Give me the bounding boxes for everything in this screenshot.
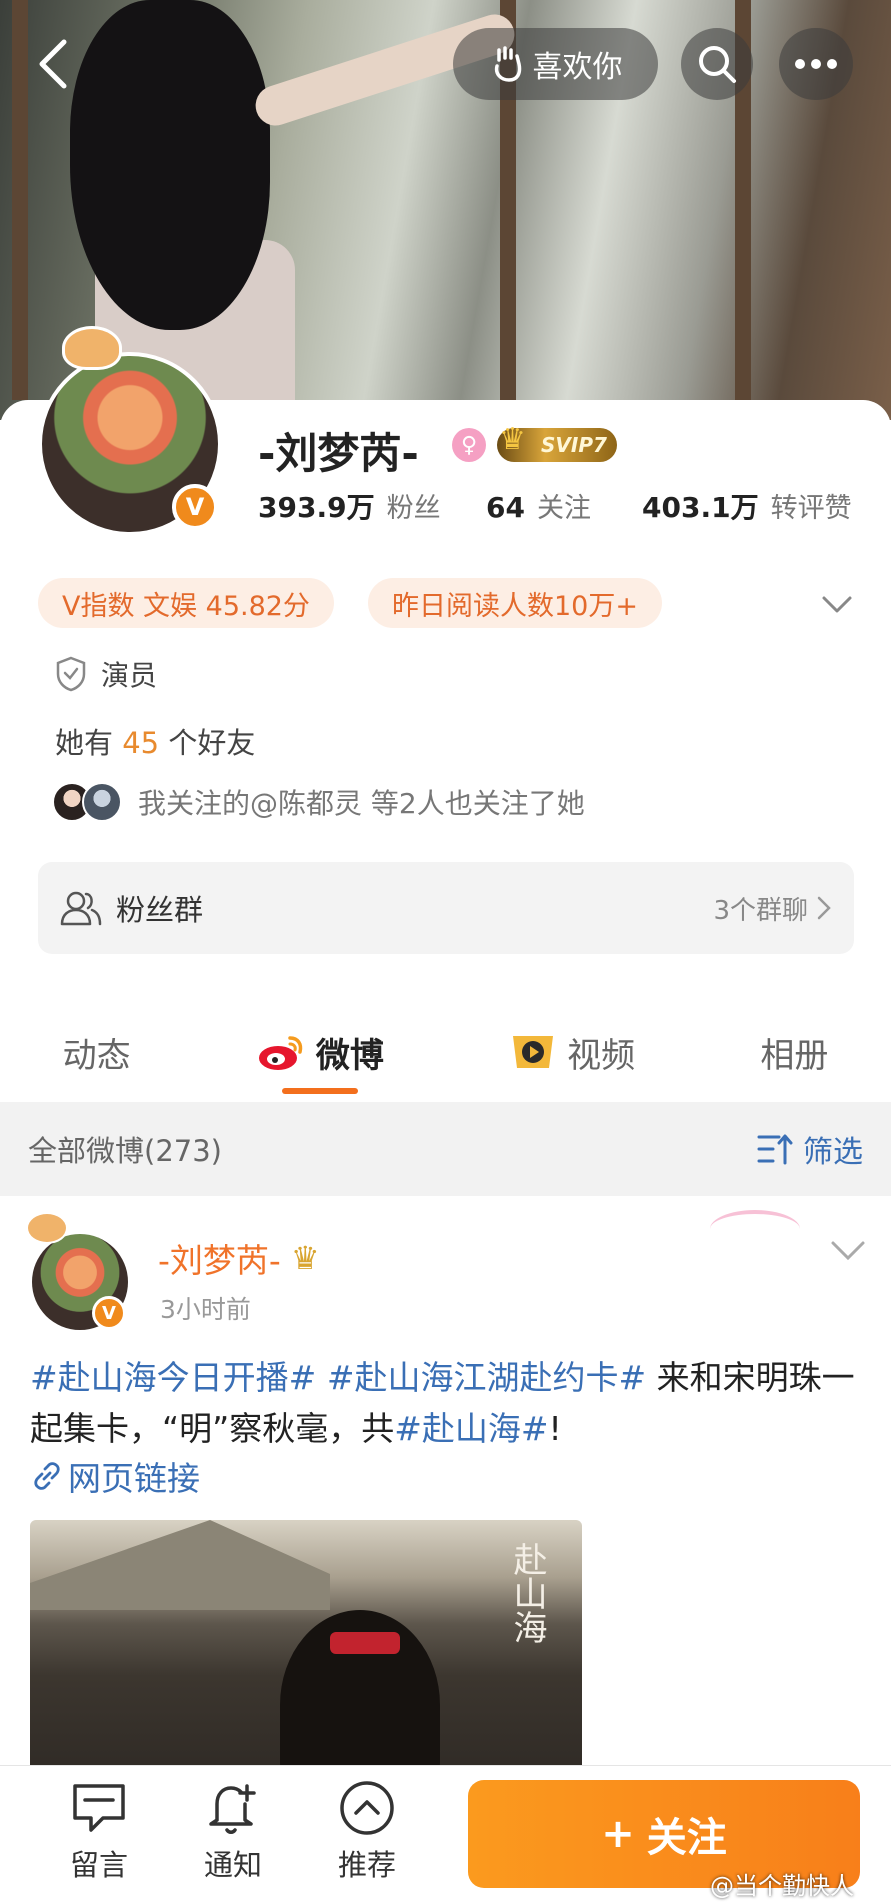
image-calligraphy-title: 赴山海: [507, 1542, 547, 1644]
stat-interactions[interactable]: 403.1万 转评赞: [642, 486, 852, 526]
tab-album[interactable]: 相册: [760, 1010, 828, 1094]
notify-button[interactable]: 通知: [178, 1780, 288, 1884]
verified-badge-icon: V: [172, 484, 218, 530]
web-link-label: 网页链接: [68, 1459, 200, 1498]
tab-weibo-label: 微博: [315, 1035, 384, 1076]
post-author-name[interactable]: -刘梦芮- ♛: [158, 1234, 320, 1282]
expand-chevron-down-icon[interactable]: [820, 588, 854, 622]
stat-followers-label: 粉丝: [386, 493, 441, 524]
back-button[interactable]: [18, 28, 90, 100]
shiba-avatar-decoration-icon: [62, 326, 122, 370]
video-play-icon: [513, 1036, 554, 1068]
active-tab-indicator: [281, 1088, 358, 1094]
weibo-logo-icon: [258, 1036, 303, 1070]
message-label: 留言: [69, 1848, 128, 1882]
bell-add-icon: [209, 1784, 256, 1834]
profile-tabs: 动态 微博 视频 相册: [0, 1010, 891, 1094]
recommend-label: 推荐: [337, 1848, 396, 1882]
post-hashtag-2[interactable]: #赴山海江湖赴约卡#: [327, 1358, 646, 1397]
svip-level: SVIP7: [541, 433, 607, 457]
friends-count: 45: [122, 726, 160, 760]
mutual-avatar-2: [82, 782, 122, 822]
stat-interactions-label: 转评赞: [770, 493, 852, 524]
chevron-right-icon: [817, 896, 831, 920]
post-verified-badge-icon: V: [92, 1296, 126, 1330]
friends-suffix: 个好友: [168, 726, 256, 760]
svip-badge[interactable]: ♛ SVIP7: [497, 422, 617, 462]
female-gender-icon: ♀: [452, 428, 486, 462]
friends-count-row[interactable]: 她有 45 个好友: [55, 720, 255, 762]
hand-gesture-icon: [494, 46, 521, 82]
post-hashtag-3[interactable]: #赴山海#: [394, 1409, 548, 1448]
recommend-button[interactable]: 推荐: [312, 1780, 422, 1884]
message-button[interactable]: 留言: [44, 1780, 154, 1884]
role-label: 演员: [101, 659, 158, 692]
friends-prefix: 她有: [55, 726, 114, 760]
post-author-name-text: -刘梦芮-: [158, 1241, 281, 1280]
role-row: 演员: [55, 654, 157, 694]
shiba-avatar-decoration-icon: [26, 1212, 68, 1244]
back-arrow-icon: [39, 39, 67, 89]
mutual-avatars: [52, 782, 122, 822]
mutual-follow-text: 我关注的@陈都灵 等2人也关注了她: [138, 787, 585, 820]
stat-following-count: 64: [486, 491, 525, 524]
post-timestamp: 3小时前: [160, 1295, 251, 1324]
post-hashtag-1[interactable]: #赴山海今日开播#: [30, 1358, 316, 1397]
profile-name: -刘梦芮-: [258, 429, 419, 478]
filter-label: 筛选: [803, 1135, 863, 1170]
fan-group-row[interactable]: 粉丝群 3个群聊: [38, 862, 854, 954]
web-link[interactable]: 网页链接: [32, 1452, 200, 1500]
all-posts-count: 全部微博(273): [28, 1134, 222, 1168]
more-dots-icon: [795, 59, 837, 69]
filter-button[interactable]: 筛选: [757, 1127, 863, 1171]
chevron-up-circle-icon: [340, 1781, 394, 1835]
post-author-avatar[interactable]: V: [26, 1212, 128, 1330]
profile-avatar[interactable]: V: [38, 326, 222, 536]
search-icon: [699, 46, 736, 83]
follow-plus-icon: +: [601, 1811, 635, 1857]
mutual-follow-row[interactable]: 我关注的@陈都灵 等2人也关注了她: [52, 782, 585, 822]
like-you-label: 喜欢你: [532, 50, 623, 85]
stat-interactions-count: 403.1万: [642, 491, 759, 524]
fan-group-label: 粉丝群: [116, 893, 204, 927]
post-text-segment-2: !: [548, 1409, 562, 1448]
stat-following[interactable]: 64 关注: [486, 486, 591, 525]
tab-album-label: 相册: [760, 1035, 829, 1076]
image-ribbon-shape: [330, 1632, 400, 1654]
like-you-button[interactable]: 喜欢你: [453, 28, 658, 100]
message-bubble-icon: [73, 1784, 125, 1832]
reads-pill[interactable]: 昨日阅读人数10万+: [368, 578, 662, 628]
tab-video-label: 视频: [567, 1035, 636, 1076]
search-button[interactable]: [681, 28, 753, 100]
notify-label: 通知: [203, 1848, 262, 1882]
post-image[interactable]: 赴山海: [30, 1520, 582, 1780]
group-people-icon: [60, 891, 102, 926]
post-card-decoration-icon: [710, 1210, 800, 1248]
cover-figure-hair: [70, 0, 270, 330]
link-icon: [34, 1462, 60, 1490]
svip-crown-icon: ♛: [290, 1239, 320, 1277]
post-filter-bar: 全部微博(273) 筛选: [0, 1102, 891, 1196]
image-roof-shape: [30, 1520, 330, 1610]
v-index-pill[interactable]: V指数 文娱 45.82分: [38, 578, 334, 628]
tab-dynamics-label: 动态: [62, 1035, 131, 1076]
crown-icon: ♛: [499, 422, 526, 457]
shield-check-icon: [56, 656, 86, 692]
stat-following-label: 关注: [536, 493, 591, 524]
tab-dynamics[interactable]: 动态: [63, 1010, 131, 1094]
follow-label: 关注: [646, 1815, 727, 1861]
post-body-text: #赴山海今日开播# #赴山海江湖赴约卡# 来和宋明珠一起集卡，“明”察秋毫，共#…: [30, 1352, 860, 1454]
stat-followers[interactable]: 393.9万 粉丝: [258, 486, 441, 526]
more-options-button[interactable]: [779, 28, 853, 100]
tab-weibo[interactable]: 微博: [256, 1010, 384, 1094]
post-menu-chevron-down-icon[interactable]: [830, 1240, 866, 1262]
stat-followers-count: 393.9万: [258, 491, 375, 524]
filter-sort-icon: [757, 1134, 793, 1165]
tab-video[interactable]: 视频: [509, 1010, 635, 1094]
fan-group-count: 3个群聊: [713, 895, 808, 926]
watermark-text: @当个勤快人: [710, 1872, 854, 1900]
